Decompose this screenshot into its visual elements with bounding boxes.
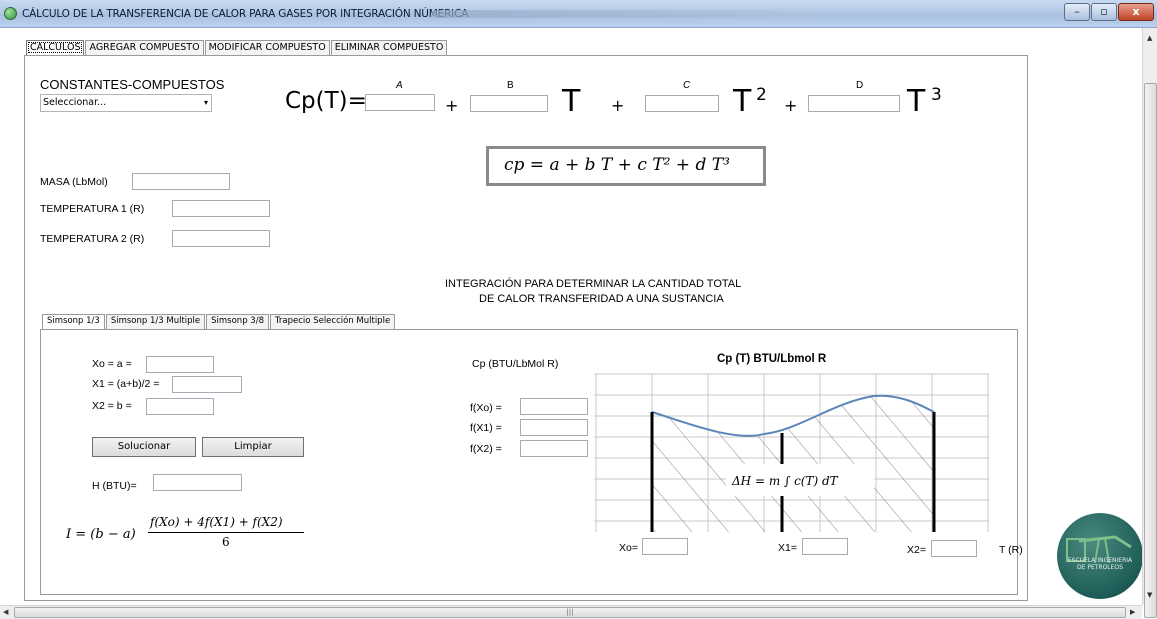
xo-label: Xo = a = xyxy=(92,358,132,370)
constants-label: CONSTANTES-COMPUESTOS xyxy=(40,77,225,92)
c-label: C xyxy=(683,80,691,91)
tab-simpson-13-multiple[interactable]: Simsonp 1/3 Multiple xyxy=(105,314,206,329)
temp2-input[interactable] xyxy=(172,230,270,247)
integral-formula: ΔH = m ∫ c(T) dT xyxy=(732,474,838,488)
fx2-input[interactable] xyxy=(520,440,588,457)
cp-axis-label: Cp (BTU/LbMol R) xyxy=(472,358,559,370)
simpson-illustration xyxy=(594,373,989,533)
title-blur xyxy=(432,10,812,18)
b-input[interactable] xyxy=(470,95,548,112)
t2-symbol: T xyxy=(733,84,752,119)
fxo-input[interactable] xyxy=(520,398,588,415)
x1-input[interactable] xyxy=(172,376,242,393)
a-input[interactable] xyxy=(365,94,435,111)
xo-input[interactable] xyxy=(146,356,214,373)
simpson-formula-den: 6 xyxy=(222,535,230,549)
plus-3: + xyxy=(784,96,798,115)
tab-modificar-compuesto[interactable]: MODIFICAR COMPUESTO xyxy=(204,40,330,55)
x1-axis-label: X1= xyxy=(778,542,797,554)
scroll-down-icon[interactable]: ▼ xyxy=(1147,591,1152,599)
fx1-input[interactable] xyxy=(520,419,588,436)
minimize-button[interactable]: – xyxy=(1064,3,1090,21)
title-bar: CÁLCULO DE LA TRANSFERENCIA DE CALOR PAR… xyxy=(0,0,1157,28)
heading-line2: DE CALOR TRANSFERIDAD A UNA SUSTANCIA xyxy=(479,293,724,305)
c-input[interactable] xyxy=(645,95,719,112)
school-logo: ESCUELA INGENIERIA DE PETROLEOS xyxy=(1057,513,1143,599)
a-label: A xyxy=(396,80,403,91)
vertical-scrollbar[interactable]: ▲ ▼ xyxy=(1142,28,1157,618)
exponent-3: 3 xyxy=(931,85,942,105)
tab-trapecio[interactable]: Trapecio Selección Multiple xyxy=(269,314,396,329)
tab-eliminar-compuesto[interactable]: ELIMINAR COMPUESTO xyxy=(330,40,448,55)
x2-input[interactable] xyxy=(146,398,214,415)
temp1-input[interactable] xyxy=(172,200,270,217)
tab-simpson-38[interactable]: Simsonp 3/8 xyxy=(206,314,269,329)
x2-axis-input[interactable] xyxy=(931,540,977,557)
t3-symbol: T xyxy=(907,84,926,119)
maximize-button[interactable]: ▫ xyxy=(1091,3,1117,21)
cp-formula-box: cp = a + b T + c T² + d T³ xyxy=(486,146,766,186)
h-output[interactable] xyxy=(153,474,242,491)
plus-2: + xyxy=(611,96,625,115)
fx1-label: f(X1) = xyxy=(470,422,502,434)
simpson-formula-num: f(Xo) + 4f(X1) + f(X2) xyxy=(150,515,283,529)
fxo-label: f(Xo) = xyxy=(470,402,502,414)
xo-axis-label: Xo= xyxy=(619,542,638,554)
d-input[interactable] xyxy=(808,95,900,112)
cp-label: Cp(T)= xyxy=(285,88,367,114)
logo-text: ESCUELA INGENIERIA DE PETROLEOS xyxy=(1067,557,1133,571)
tab-calculos[interactable]: CALCULOS xyxy=(26,40,85,55)
scroll-up-icon[interactable]: ▲ xyxy=(1147,34,1152,42)
scroll-left-icon[interactable]: ◀ xyxy=(3,608,8,616)
chevron-down-icon: ▾ xyxy=(203,98,208,107)
chart-title: Cp (T) BTU/Lbmol R xyxy=(717,353,827,365)
x1-label: X1 = (a+b)/2 = xyxy=(92,378,160,390)
limpiar-button[interactable]: Limpiar xyxy=(202,437,304,457)
xo-axis-input[interactable] xyxy=(642,538,688,555)
tab-simpson-13[interactable]: Simsonp 1/3 xyxy=(42,314,105,329)
tab-agregar-compuesto[interactable]: AGREGAR COMPUESTO xyxy=(85,40,204,55)
t-symbol: T xyxy=(562,84,581,119)
close-button[interactable]: x xyxy=(1118,3,1154,21)
horizontal-scroll-thumb[interactable]: ||| xyxy=(14,607,1126,618)
masa-label: MASA (LbMol) xyxy=(40,176,108,188)
cp-formula: cp = a + b T + c T² + d T³ xyxy=(504,155,730,175)
main-tabs: CALCULOS AGREGAR COMPUESTO MODIFICAR COM… xyxy=(26,40,448,55)
compound-select[interactable]: Seleccionar... ▾ xyxy=(40,94,212,112)
simpson-formula-lhs: I = (b − a) xyxy=(66,527,136,542)
plus-1: + xyxy=(445,96,459,115)
h-label: H (BTU)= xyxy=(92,480,137,492)
temp1-label: TEMPERATURA 1 (R) xyxy=(40,203,145,215)
d-label: D xyxy=(856,80,864,91)
scroll-right-icon[interactable]: ▶ xyxy=(1130,608,1135,616)
horizontal-scrollbar[interactable]: ◀ ||| ▶ xyxy=(0,605,1142,619)
solucionar-button[interactable]: Solucionar xyxy=(92,437,196,457)
x2-label: X2 = b = xyxy=(92,400,132,412)
method-tabs: Simsonp 1/3 Simsonp 1/3 Multiple Simsonp… xyxy=(42,314,396,329)
temp2-label: TEMPERATURA 2 (R) xyxy=(40,233,145,245)
x2-axis-label: X2= xyxy=(907,544,926,556)
vertical-scroll-thumb[interactable] xyxy=(1144,83,1157,618)
window-title: CÁLCULO DE LA TRANSFERENCIA DE CALOR PAR… xyxy=(22,8,469,20)
t-axis-label: T (R) xyxy=(999,544,1023,556)
compound-select-value: Seleccionar... xyxy=(43,97,107,108)
x1-axis-input[interactable] xyxy=(802,538,848,555)
heading-line1: INTEGRACIÓN PARA DETERMINAR LA CANTIDAD … xyxy=(445,278,742,290)
masa-input[interactable] xyxy=(132,173,230,190)
fraction-bar xyxy=(148,532,304,533)
fx2-label: f(X2) = xyxy=(470,443,502,455)
b-label: B xyxy=(507,80,514,91)
exponent-2: 2 xyxy=(756,85,767,105)
app-icon xyxy=(4,7,17,20)
